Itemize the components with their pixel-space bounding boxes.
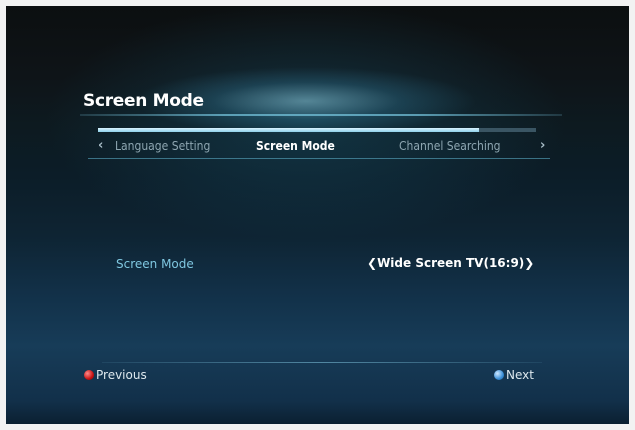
tv-screen: Screen Mode ‹ Language Setting Screen Mo… [6, 6, 629, 424]
screen-mode-value: Wide Screen TV(16:9) [377, 256, 525, 270]
previous-button[interactable]: Previous [84, 368, 147, 382]
footer-divider [102, 362, 542, 363]
nav-previous-arrow[interactable]: ‹ [98, 138, 103, 153]
previous-label: Previous [96, 368, 147, 382]
screen-mode-label: Screen Mode [116, 257, 194, 271]
next-label: Next [506, 368, 534, 382]
next-button[interactable]: Next [494, 368, 534, 382]
screen-mode-selector[interactable]: ❮Wide Screen TV(16:9)❯ [367, 256, 534, 270]
wizard-step-nav: ‹ Language Setting Screen Mode Channel S… [88, 132, 550, 159]
chevron-right-icon[interactable]: ❯ [524, 256, 534, 270]
step-screen-mode[interactable]: Screen Mode [256, 139, 335, 153]
blue-button-icon [494, 370, 504, 380]
step-channel-searching[interactable]: Channel Searching [399, 139, 501, 153]
page-title: Screen Mode [83, 91, 204, 111]
step-language-setting[interactable]: Language Setting [115, 139, 210, 153]
nav-next-arrow[interactable]: › [540, 138, 545, 153]
title-divider [80, 114, 562, 116]
red-button-icon [84, 370, 94, 380]
chevron-left-icon[interactable]: ❮ [367, 256, 377, 270]
